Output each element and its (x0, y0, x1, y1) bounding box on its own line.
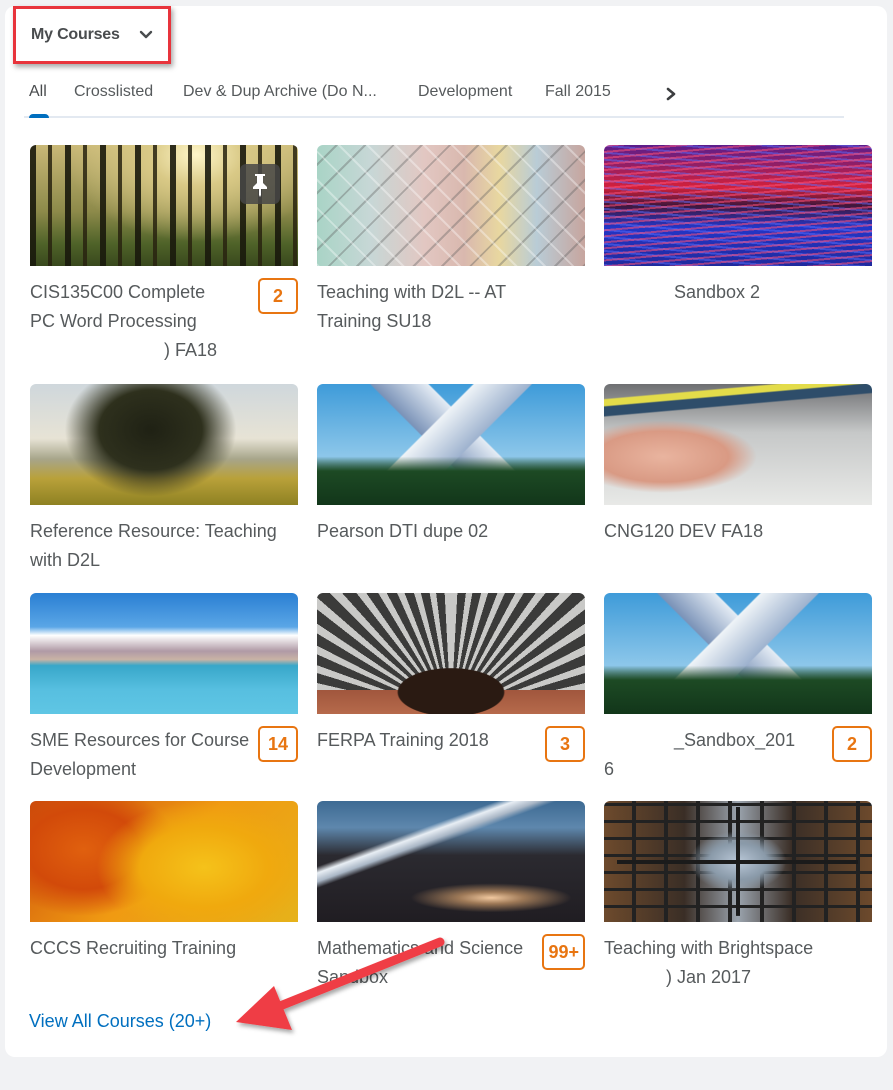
course-image-forest[interactable] (30, 145, 298, 266)
course-card[interactable]: SME Resources for Course Development 14 (30, 593, 298, 779)
course-card[interactable]: _Sandbox_201 6 2 (604, 593, 872, 779)
course-card[interactable]: CIS135C00 Complete PC Word Processing ) … (30, 145, 298, 360)
active-tab-indicator (29, 114, 49, 118)
course-image-tree-meadow[interactable] (30, 384, 298, 505)
course-title[interactable]: CNG120 DEV FA18 (604, 517, 826, 546)
course-card[interactable]: CCCS Recruiting Training (30, 801, 298, 958)
course-title[interactable]: Pearson DTI dupe 02 (317, 517, 539, 546)
course-image-colored-tiles[interactable] (317, 145, 585, 266)
course-image-tunnel-arch[interactable] (317, 593, 585, 714)
tab-crosslisted[interactable]: Crosslisted (74, 83, 153, 101)
my-courses-header-highlight[interactable]: My Courses (13, 6, 171, 64)
course-card[interactable]: Teaching with D2L -- AT Training SU18 (317, 145, 585, 331)
course-image-snowy-mountain[interactable] (604, 593, 872, 714)
course-image-snowy-mountain[interactable] (317, 384, 585, 505)
tab-dev-dup-archive[interactable]: Dev & Dup Archive (Do N... (183, 83, 377, 101)
course-title[interactable]: Sandbox 2 (604, 278, 864, 307)
notification-badge: 3 (545, 726, 585, 762)
tab-fall-2015[interactable]: Fall 2015 (545, 83, 611, 101)
course-card[interactable]: Reference Resource: Teaching with D2L (30, 384, 298, 570)
course-title[interactable]: CCCS Recruiting Training (30, 934, 252, 963)
pin-button[interactable] (240, 164, 280, 204)
course-title[interactable]: CIS135C00 Complete PC Word Processing ) … (30, 278, 252, 365)
course-card[interactable]: Mathematics and Science Sandbox 99+ (317, 801, 585, 987)
course-title[interactable]: FERPA Training 2018 (317, 726, 539, 755)
tab-all[interactable]: All (29, 83, 47, 101)
chevron-right-icon[interactable] (664, 86, 678, 102)
course-card[interactable]: Sandbox 2 (604, 145, 872, 302)
tab-development[interactable]: Development (418, 83, 512, 101)
notification-badge: 99+ (542, 934, 585, 970)
course-title[interactable]: Mathematics and Science Sandbox (317, 934, 539, 992)
course-title[interactable]: Reference Resource: Teaching with D2L (30, 517, 298, 575)
course-image-light-trails[interactable] (604, 145, 872, 266)
course-card[interactable]: Pearson DTI dupe 02 (317, 384, 585, 541)
course-tabs: All Crosslisted Dev & Dup Archive (Do N.… (24, 76, 844, 118)
widget-title[interactable]: My Courses (31, 26, 120, 44)
course-title[interactable]: _Sandbox_201 6 (604, 726, 826, 784)
notification-badge: 2 (258, 278, 298, 314)
view-all-courses-link[interactable]: View All Courses (20+) (29, 1011, 211, 1032)
course-title[interactable]: Teaching with Brightspace ) Jan 2017 (604, 934, 872, 992)
course-image-metal-structure[interactable] (604, 801, 872, 922)
chevron-down-icon[interactable] (138, 28, 154, 42)
pin-icon (253, 174, 267, 197)
notification-badge: 2 (832, 726, 872, 762)
course-image-autumn-leaves[interactable] (30, 801, 298, 922)
course-title[interactable]: Teaching with D2L -- AT Training SU18 (317, 278, 539, 336)
course-card[interactable]: FERPA Training 2018 3 (317, 593, 585, 762)
course-card[interactable]: Teaching with Brightspace ) Jan 2017 (604, 801, 872, 987)
course-image-mountain-road[interactable] (317, 801, 585, 922)
notification-badge: 14 (258, 726, 298, 762)
course-card[interactable]: CNG120 DEV FA18 (604, 384, 872, 541)
course-image-network-cables[interactable] (604, 384, 872, 505)
course-image-sea-mountains[interactable] (30, 593, 298, 714)
course-title[interactable]: SME Resources for Course Development (30, 726, 252, 784)
